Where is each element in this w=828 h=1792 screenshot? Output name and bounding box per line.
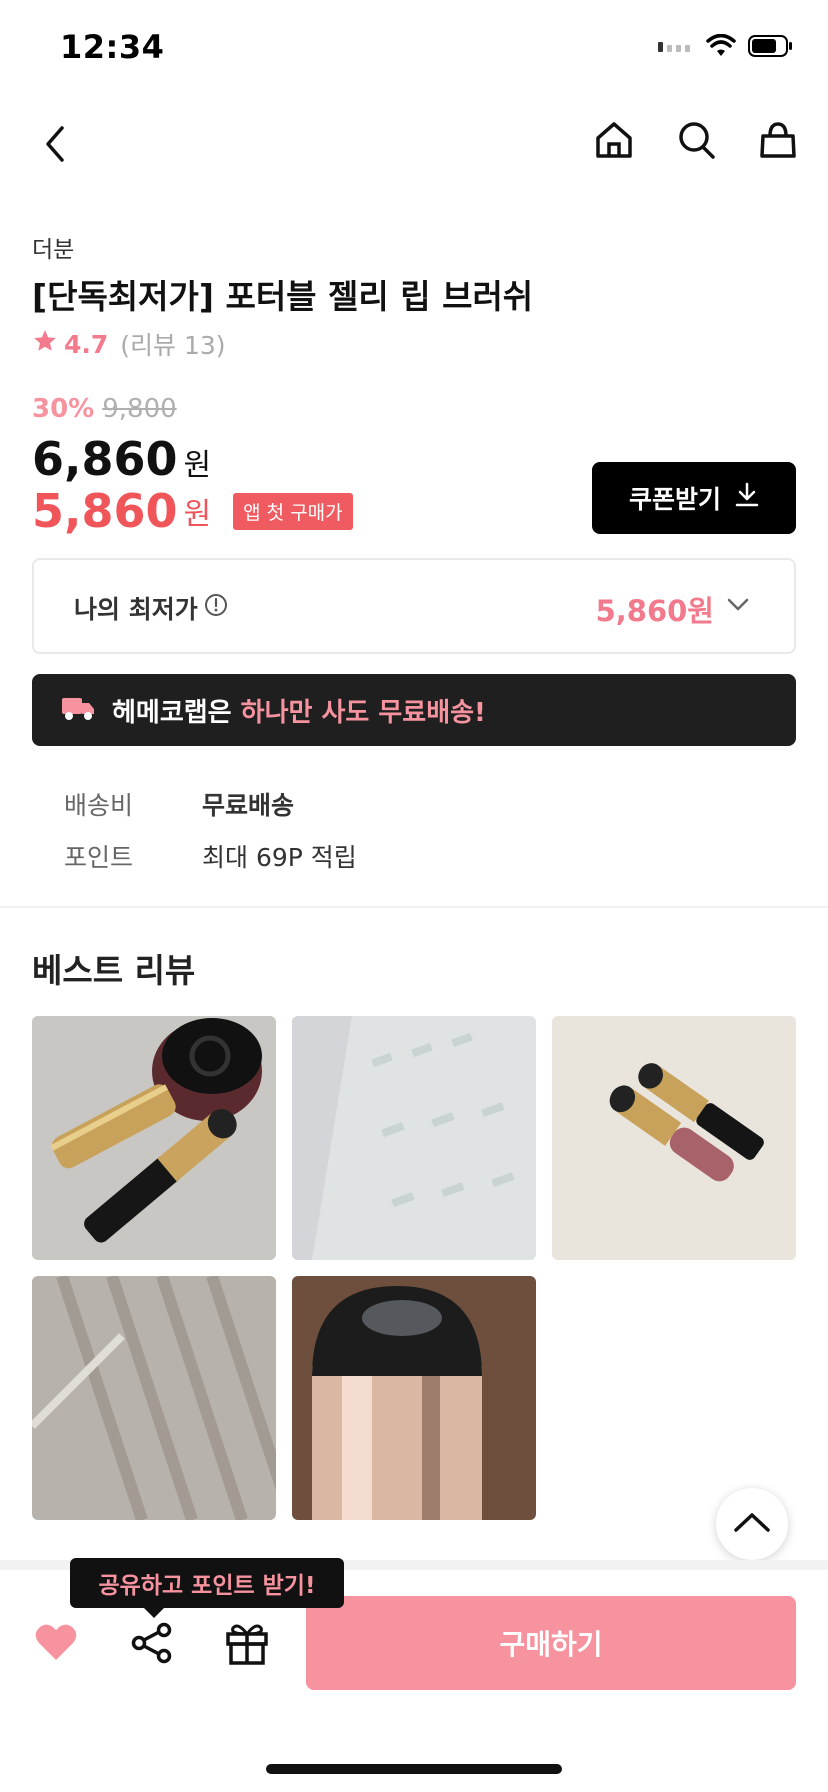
points-label: 포인트 xyxy=(64,843,134,872)
info-row-points: 포인트 최대 69P 적립 xyxy=(64,830,357,882)
delivery-info: 배송비 무료배송 포인트 최대 69P 적립 xyxy=(64,778,357,882)
nav-bar xyxy=(0,110,828,180)
my-lowest-price[interactable]: 나의 최저가 5,860원 xyxy=(32,558,796,654)
rating-value: 4.7 xyxy=(64,329,109,359)
status-bar: 12:34 xyxy=(0,0,828,96)
points-value: 최대 69P 적립 xyxy=(202,843,357,872)
sale-row: 5,860 원 앱 첫 구매가 xyxy=(32,484,353,538)
home-indicator xyxy=(266,1764,562,1774)
review-photo-3[interactable] xyxy=(552,1016,796,1260)
buy-button[interactable]: 구매하기 xyxy=(306,1596,796,1690)
share-tooltip: 공유하고 포인트 받기! xyxy=(70,1558,344,1618)
price-unit: 원 xyxy=(183,448,212,483)
review-photo-4[interactable] xyxy=(32,1276,276,1520)
shipping-banner-text: 헤메코랩은 하나만 사도 무료배송! xyxy=(112,692,486,729)
gift-icon[interactable] xyxy=(224,1620,270,1670)
shipping-fee-value: 무료배송 xyxy=(202,791,295,820)
sale-price-unit: 원 xyxy=(183,497,212,532)
coupon-button-label: 쿠폰받기 xyxy=(628,485,721,514)
heart-icon[interactable] xyxy=(34,1622,78,1666)
lowest-price-value: 5,860원 xyxy=(595,594,714,628)
search-icon[interactable] xyxy=(676,118,716,162)
truck-icon xyxy=(62,695,96,725)
shipping-banner-highlight: 하나만 사도 무료배송! xyxy=(240,697,486,728)
app-first-purchase-badge: 앱 첫 구매가 xyxy=(233,492,353,530)
shipping-banner-prefix: 헤메코랩은 xyxy=(112,697,241,728)
discount-percent: 30% xyxy=(32,394,95,424)
shopping-bag-icon[interactable] xyxy=(758,118,798,162)
chevron-left-icon[interactable] xyxy=(36,122,76,166)
rating[interactable]: 4.7 (리뷰 13) xyxy=(32,326,226,362)
download-icon xyxy=(735,482,759,514)
review-count: (리뷰 13) xyxy=(120,331,226,360)
shipping-fee-label: 배송비 xyxy=(64,791,134,820)
sale-price: 5,860 xyxy=(32,484,178,538)
review-photo-5[interactable] xyxy=(292,1276,536,1520)
original-price: 9,800 xyxy=(102,394,177,424)
share-icon[interactable] xyxy=(130,1622,174,1668)
star-icon xyxy=(32,328,58,360)
lowest-price-label: 나의 최저가 xyxy=(74,595,198,624)
info-icon[interactable] xyxy=(204,593,228,623)
best-reviews-title: 베스트 리뷰 xyxy=(32,951,196,990)
status-time: 12:34 xyxy=(60,28,165,66)
brand-name[interactable]: 더분 xyxy=(32,230,74,264)
nav-actions xyxy=(594,118,798,162)
signal-icon xyxy=(658,39,694,58)
free-shipping-banner[interactable]: 헤메코랩은 하나만 사도 무료배송! xyxy=(32,674,796,746)
chevron-up-icon xyxy=(733,1510,771,1538)
coupon-button[interactable]: 쿠폰받기 xyxy=(592,462,796,534)
lowest-price-label-wrap: 나의 최저가 xyxy=(74,590,228,626)
price-row: 6,860 원 xyxy=(32,432,211,486)
battery-icon xyxy=(748,34,794,62)
scroll-to-top-button[interactable] xyxy=(716,1488,788,1560)
status-icons xyxy=(658,33,794,62)
product-title: [단독최저가] 포터블 젤리 립 브러쉬 xyxy=(32,277,534,316)
discount-row: 30% 9,800 xyxy=(32,394,177,424)
chevron-down-icon[interactable] xyxy=(726,596,750,618)
review-photo-1[interactable] xyxy=(32,1016,276,1260)
wifi-icon xyxy=(706,33,736,62)
section-divider xyxy=(0,906,828,908)
review-photo-2[interactable] xyxy=(292,1016,536,1260)
price: 6,860 xyxy=(32,432,178,486)
info-row-shipping: 배송비 무료배송 xyxy=(64,778,357,830)
home-icon[interactable] xyxy=(594,118,634,162)
